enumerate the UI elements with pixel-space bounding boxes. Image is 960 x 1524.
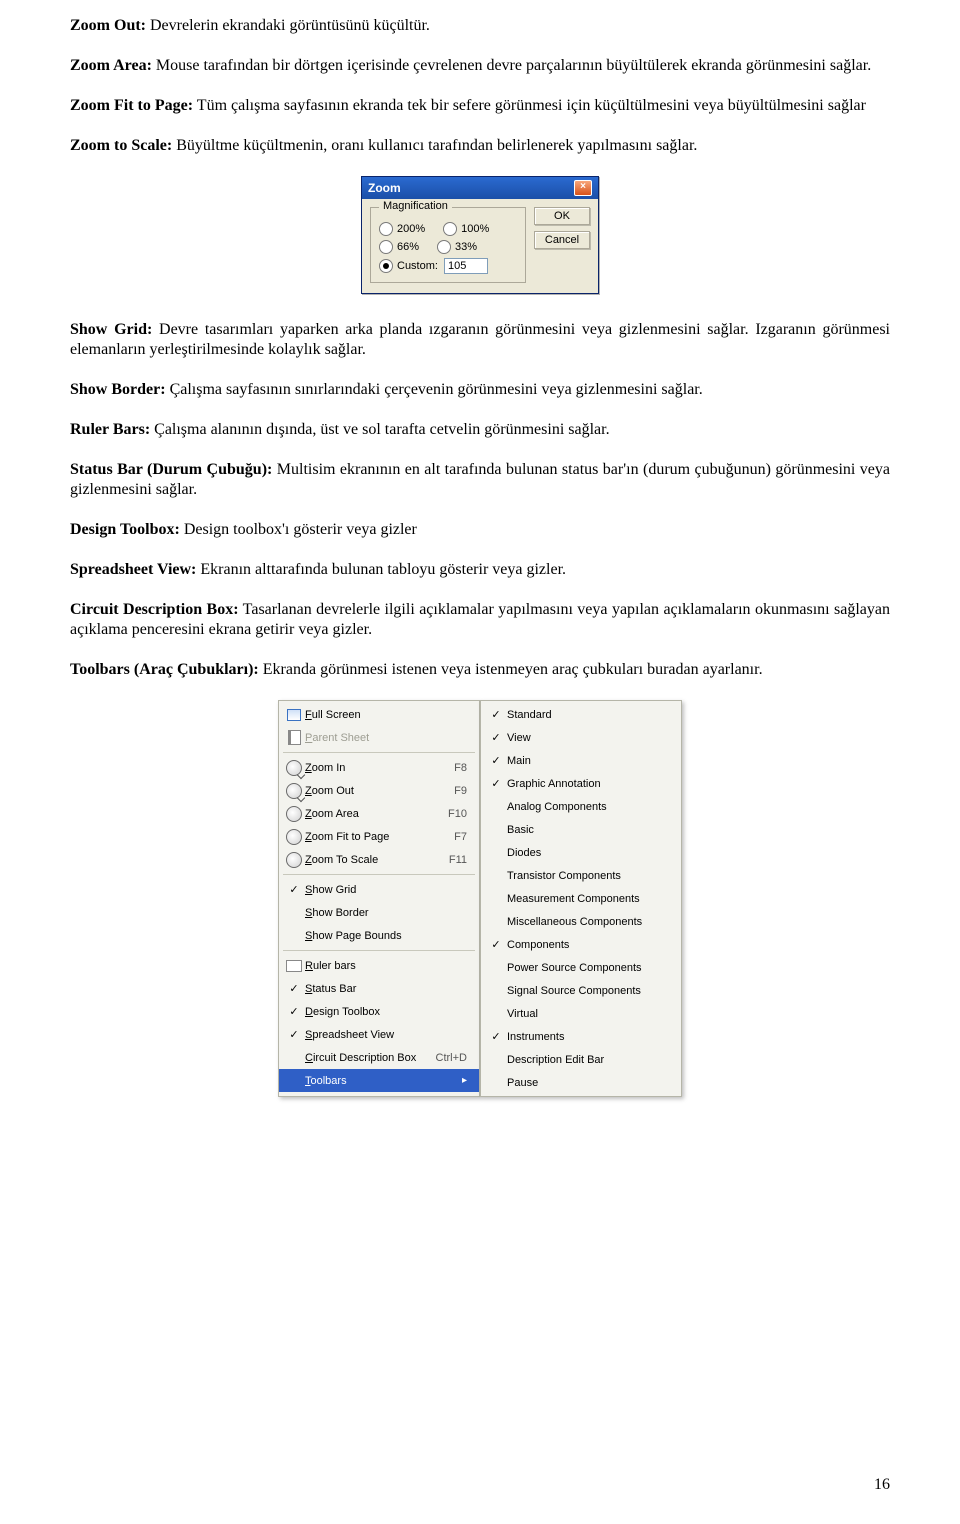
zoom-dialog-body: Magnification 200% 100% 66% 33% Custom: … bbox=[362, 199, 598, 293]
text-zoom-scale: Büyültme küçültmenin, oranı kullanıcı ta… bbox=[172, 137, 697, 154]
menu-item[interactable]: Show Grid bbox=[279, 878, 479, 901]
submenu-item[interactable]: Power Source Components bbox=[481, 956, 681, 979]
submenu-item[interactable]: Transistor Components bbox=[481, 864, 681, 887]
term-zoom-fit: Zoom Fit to Page: bbox=[70, 97, 193, 114]
submenu-item[interactable]: Instruments bbox=[481, 1025, 681, 1048]
menu-item[interactable]: Toolbars▸ bbox=[279, 1069, 479, 1092]
submenu-item[interactable]: Virtual bbox=[481, 1002, 681, 1025]
term-show-grid: Show Grid: bbox=[70, 321, 152, 338]
toolbars-submenu: StandardViewMainGraphic AnnotationAnalog… bbox=[480, 700, 682, 1097]
radio-custom[interactable]: Custom: bbox=[379, 259, 438, 273]
submenu-item[interactable]: Description Edit Bar bbox=[481, 1048, 681, 1071]
submenu-item[interactable]: Graphic Annotation bbox=[481, 772, 681, 795]
magnification-panel: Magnification 200% 100% 66% 33% Custom: bbox=[370, 207, 526, 283]
text-spreadsheet: Ekranın alttarafında bulunan tabloyu gös… bbox=[196, 561, 566, 578]
menu-item[interactable]: Show Page Bounds bbox=[279, 924, 479, 947]
menu-item[interactable]: Zoom OutF9 bbox=[279, 779, 479, 802]
para-ruler-bars: Ruler Bars: Çalışma alanının dışında, üs… bbox=[70, 420, 890, 440]
submenu-item[interactable]: Signal Source Components bbox=[481, 979, 681, 1002]
text-zoom-fit: Tüm çalışma sayfasının ekranda tek bir s… bbox=[193, 97, 866, 114]
cancel-button[interactable]: Cancel bbox=[534, 231, 590, 249]
page-content: Zoom Out: Devrelerin ekrandaki görüntüsü… bbox=[0, 0, 960, 1524]
para-circuit-desc: Circuit Description Box: Tasarlanan devr… bbox=[70, 600, 890, 640]
submenu-item[interactable]: Pause bbox=[481, 1071, 681, 1094]
term-zoom-area: Zoom Area: bbox=[70, 57, 152, 74]
text-show-border: Çalışma sayfasının sınırlarındaki çerçev… bbox=[166, 381, 703, 398]
page-number: 16 bbox=[874, 1476, 890, 1494]
term-zoom-scale: Zoom to Scale: bbox=[70, 137, 172, 154]
text-zoom-out: Devrelerin ekrandaki görüntüsünü küçültü… bbox=[146, 17, 430, 34]
radio-100[interactable]: 100% bbox=[443, 222, 489, 236]
submenu-item[interactable]: View bbox=[481, 726, 681, 749]
zoom-dialog-title: Zoom bbox=[368, 181, 401, 195]
menu-item[interactable]: Spreadsheet View bbox=[279, 1023, 479, 1046]
radio-33[interactable]: 33% bbox=[437, 240, 477, 254]
submenu-item[interactable]: Components bbox=[481, 933, 681, 956]
term-circuit-desc: Circuit Description Box: bbox=[70, 601, 239, 618]
magnification-legend: Magnification bbox=[379, 200, 452, 212]
menu-item[interactable]: Ruler bars bbox=[279, 954, 479, 977]
submenu-item[interactable]: Analog Components bbox=[481, 795, 681, 818]
menu-item[interactable]: Circuit Description BoxCtrl+D bbox=[279, 1046, 479, 1069]
para-zoom-area: Zoom Area: Mouse tarafından bir dörtgen … bbox=[70, 56, 890, 76]
menu-item[interactable]: Full Screen bbox=[279, 703, 479, 726]
custom-zoom-input[interactable] bbox=[444, 258, 488, 274]
para-spreadsheet: Spreadsheet View: Ekranın alttarafında b… bbox=[70, 560, 890, 580]
term-zoom-out: Zoom Out: bbox=[70, 17, 146, 34]
submenu-item[interactable]: Basic bbox=[481, 818, 681, 841]
term-ruler-bars: Ruler Bars: bbox=[70, 421, 150, 438]
submenu-item[interactable]: Miscellaneous Components bbox=[481, 910, 681, 933]
term-show-border: Show Border: bbox=[70, 381, 166, 398]
term-toolbars: Toolbars (Araç Çubukları): bbox=[70, 661, 259, 678]
submenu-item[interactable]: Diodes bbox=[481, 841, 681, 864]
toolbars-menu-screenshot: Full ScreenParent Sheet Zoom InF8Zoom Out… bbox=[70, 700, 890, 1097]
zoom-dialog: Zoom × Magnification 200% 100% 66% 33% C… bbox=[361, 176, 599, 294]
para-toolbars: Toolbars (Araç Çubukları): Ekranda görün… bbox=[70, 660, 890, 680]
para-zoom-scale: Zoom to Scale: Büyültme küçültmenin, ora… bbox=[70, 136, 890, 156]
menu-item[interactable]: Show Border bbox=[279, 901, 479, 924]
para-zoom-out: Zoom Out: Devrelerin ekrandaki görüntüsü… bbox=[70, 16, 890, 36]
view-menu: Full ScreenParent Sheet Zoom InF8Zoom Out… bbox=[278, 700, 480, 1097]
zoom-dialog-titlebar: Zoom × bbox=[362, 177, 598, 199]
ok-button[interactable]: OK bbox=[534, 207, 590, 225]
zoom-dialog-buttons: OK Cancel bbox=[534, 207, 590, 283]
para-show-grid: Show Grid: Devre tasarımları yaparken ar… bbox=[70, 320, 890, 360]
radio-200[interactable]: 200% bbox=[379, 222, 425, 236]
close-icon[interactable]: × bbox=[574, 180, 592, 196]
menu-item[interactable]: Status Bar bbox=[279, 977, 479, 1000]
text-design-toolbox: Design toolbox'ı gösterir veya gizler bbox=[180, 521, 417, 538]
submenu-item[interactable]: Standard bbox=[481, 703, 681, 726]
term-design-toolbox: Design Toolbox: bbox=[70, 521, 180, 538]
menu-item[interactable]: Zoom InF8 bbox=[279, 756, 479, 779]
menu-item[interactable]: Parent Sheet bbox=[279, 726, 479, 749]
menu-item[interactable]: Design Toolbox bbox=[279, 1000, 479, 1023]
text-zoom-area: Mouse tarafından bir dörtgen içerisinde … bbox=[152, 57, 871, 74]
text-show-grid: Devre tasarımları yaparken arka planda ı… bbox=[70, 321, 890, 358]
submenu-item[interactable]: Main bbox=[481, 749, 681, 772]
menu-item[interactable]: Zoom To ScaleF11 bbox=[279, 848, 479, 871]
para-status-bar: Status Bar (Durum Çubuğu): Multisim ekra… bbox=[70, 460, 890, 500]
text-ruler-bars: Çalışma alanının dışında, üst ve sol tar… bbox=[150, 421, 609, 438]
para-design-toolbox: Design Toolbox: Design toolbox'ı gösteri… bbox=[70, 520, 890, 540]
menu-item[interactable]: Zoom Fit to PageF7 bbox=[279, 825, 479, 848]
para-zoom-fit: Zoom Fit to Page: Tüm çalışma sayfasının… bbox=[70, 96, 890, 116]
term-status-bar: Status Bar (Durum Çubuğu): bbox=[70, 461, 272, 478]
text-toolbars: Ekranda görünmesi istenen veya istenmeye… bbox=[259, 661, 763, 678]
term-spreadsheet: Spreadsheet View: bbox=[70, 561, 196, 578]
submenu-item[interactable]: Measurement Components bbox=[481, 887, 681, 910]
menu-item[interactable]: Zoom AreaF10 bbox=[279, 802, 479, 825]
radio-66[interactable]: 66% bbox=[379, 240, 419, 254]
para-show-border: Show Border: Çalışma sayfasının sınırlar… bbox=[70, 380, 890, 400]
